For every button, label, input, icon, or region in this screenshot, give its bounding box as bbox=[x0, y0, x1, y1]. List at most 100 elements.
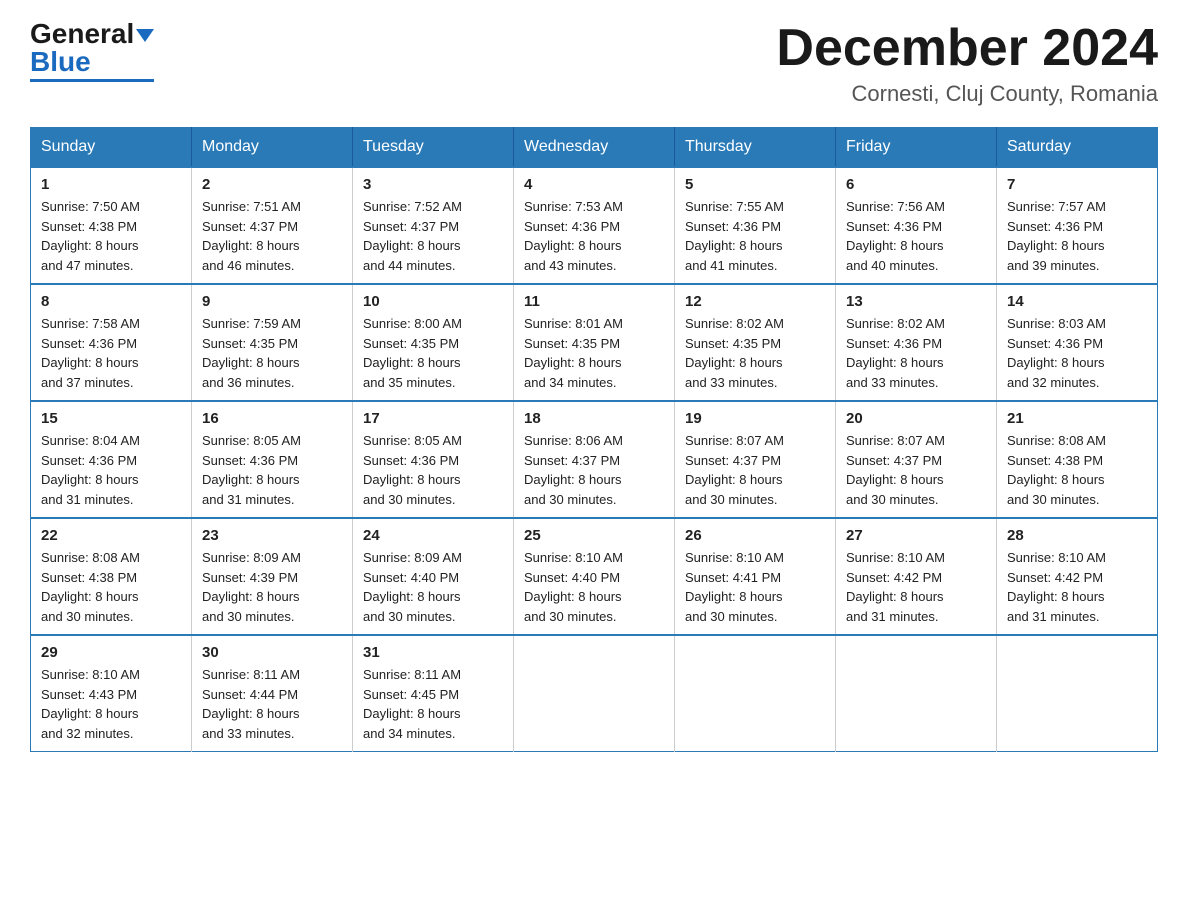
day-info: Sunrise: 8:10 AMSunset: 4:43 PMDaylight:… bbox=[41, 665, 181, 743]
calendar-week-row: 15 Sunrise: 8:04 AMSunset: 4:36 PMDaylig… bbox=[31, 401, 1158, 518]
day-number: 19 bbox=[685, 410, 825, 427]
day-info: Sunrise: 8:10 AMSunset: 4:42 PMDaylight:… bbox=[846, 548, 986, 626]
day-info: Sunrise: 7:52 AMSunset: 4:37 PMDaylight:… bbox=[363, 197, 503, 275]
calendar-week-row: 29 Sunrise: 8:10 AMSunset: 4:43 PMDaylig… bbox=[31, 635, 1158, 752]
day-of-week-header: Wednesday bbox=[514, 128, 675, 168]
calendar-cell: 7 Sunrise: 7:57 AMSunset: 4:36 PMDayligh… bbox=[997, 167, 1158, 284]
day-number: 10 bbox=[363, 293, 503, 310]
day-info: Sunrise: 7:51 AMSunset: 4:37 PMDaylight:… bbox=[202, 197, 342, 275]
day-info: Sunrise: 8:10 AMSunset: 4:42 PMDaylight:… bbox=[1007, 548, 1147, 626]
calendar-cell: 2 Sunrise: 7:51 AMSunset: 4:37 PMDayligh… bbox=[192, 167, 353, 284]
calendar-cell: 16 Sunrise: 8:05 AMSunset: 4:36 PMDaylig… bbox=[192, 401, 353, 518]
day-info: Sunrise: 8:10 AMSunset: 4:40 PMDaylight:… bbox=[524, 548, 664, 626]
day-number: 1 bbox=[41, 176, 181, 193]
day-info: Sunrise: 8:04 AMSunset: 4:36 PMDaylight:… bbox=[41, 431, 181, 509]
calendar-cell: 28 Sunrise: 8:10 AMSunset: 4:42 PMDaylig… bbox=[997, 518, 1158, 635]
day-number: 7 bbox=[1007, 176, 1147, 193]
calendar-cell: 14 Sunrise: 8:03 AMSunset: 4:36 PMDaylig… bbox=[997, 284, 1158, 401]
calendar-cell bbox=[997, 635, 1158, 752]
page-header: General Blue December 2024 Cornesti, Clu… bbox=[30, 20, 1158, 107]
day-info: Sunrise: 8:11 AMSunset: 4:44 PMDaylight:… bbox=[202, 665, 342, 743]
day-info: Sunrise: 8:09 AMSunset: 4:39 PMDaylight:… bbox=[202, 548, 342, 626]
day-number: 5 bbox=[685, 176, 825, 193]
logo-blue-text: Blue bbox=[30, 46, 91, 77]
logo-general-text: General bbox=[30, 18, 134, 49]
day-info: Sunrise: 8:08 AMSunset: 4:38 PMDaylight:… bbox=[1007, 431, 1147, 509]
calendar-cell: 23 Sunrise: 8:09 AMSunset: 4:39 PMDaylig… bbox=[192, 518, 353, 635]
day-info: Sunrise: 8:02 AMSunset: 4:35 PMDaylight:… bbox=[685, 314, 825, 392]
day-number: 12 bbox=[685, 293, 825, 310]
day-number: 29 bbox=[41, 644, 181, 661]
calendar-cell: 22 Sunrise: 8:08 AMSunset: 4:38 PMDaylig… bbox=[31, 518, 192, 635]
calendar-cell bbox=[836, 635, 997, 752]
day-number: 31 bbox=[363, 644, 503, 661]
page-subtitle: Cornesti, Cluj County, Romania bbox=[776, 81, 1158, 107]
day-number: 22 bbox=[41, 527, 181, 544]
calendar-cell bbox=[675, 635, 836, 752]
calendar-cell: 25 Sunrise: 8:10 AMSunset: 4:40 PMDaylig… bbox=[514, 518, 675, 635]
calendar-cell: 29 Sunrise: 8:10 AMSunset: 4:43 PMDaylig… bbox=[31, 635, 192, 752]
calendar-cell bbox=[514, 635, 675, 752]
calendar-cell: 4 Sunrise: 7:53 AMSunset: 4:36 PMDayligh… bbox=[514, 167, 675, 284]
calendar-cell: 18 Sunrise: 8:06 AMSunset: 4:37 PMDaylig… bbox=[514, 401, 675, 518]
day-number: 3 bbox=[363, 176, 503, 193]
calendar-cell: 31 Sunrise: 8:11 AMSunset: 4:45 PMDaylig… bbox=[353, 635, 514, 752]
logo-triangle-icon bbox=[136, 29, 154, 42]
calendar-cell: 24 Sunrise: 8:09 AMSunset: 4:40 PMDaylig… bbox=[353, 518, 514, 635]
day-of-week-header: Friday bbox=[836, 128, 997, 168]
day-number: 28 bbox=[1007, 527, 1147, 544]
day-info: Sunrise: 8:07 AMSunset: 4:37 PMDaylight:… bbox=[846, 431, 986, 509]
page-title: December 2024 bbox=[776, 20, 1158, 77]
calendar-cell: 10 Sunrise: 8:00 AMSunset: 4:35 PMDaylig… bbox=[353, 284, 514, 401]
day-info: Sunrise: 8:01 AMSunset: 4:35 PMDaylight:… bbox=[524, 314, 664, 392]
title-block: December 2024 Cornesti, Cluj County, Rom… bbox=[776, 20, 1158, 107]
calendar-cell: 13 Sunrise: 8:02 AMSunset: 4:36 PMDaylig… bbox=[836, 284, 997, 401]
day-number: 6 bbox=[846, 176, 986, 193]
calendar-header-row: SundayMondayTuesdayWednesdayThursdayFrid… bbox=[31, 128, 1158, 168]
day-number: 13 bbox=[846, 293, 986, 310]
day-number: 30 bbox=[202, 644, 342, 661]
calendar-cell: 30 Sunrise: 8:11 AMSunset: 4:44 PMDaylig… bbox=[192, 635, 353, 752]
calendar-cell: 21 Sunrise: 8:08 AMSunset: 4:38 PMDaylig… bbox=[997, 401, 1158, 518]
calendar-cell: 11 Sunrise: 8:01 AMSunset: 4:35 PMDaylig… bbox=[514, 284, 675, 401]
day-info: Sunrise: 8:06 AMSunset: 4:37 PMDaylight:… bbox=[524, 431, 664, 509]
day-info: Sunrise: 7:56 AMSunset: 4:36 PMDaylight:… bbox=[846, 197, 986, 275]
day-number: 17 bbox=[363, 410, 503, 427]
day-info: Sunrise: 8:10 AMSunset: 4:41 PMDaylight:… bbox=[685, 548, 825, 626]
day-of-week-header: Tuesday bbox=[353, 128, 514, 168]
day-number: 20 bbox=[846, 410, 986, 427]
day-info: Sunrise: 8:02 AMSunset: 4:36 PMDaylight:… bbox=[846, 314, 986, 392]
calendar-week-row: 22 Sunrise: 8:08 AMSunset: 4:38 PMDaylig… bbox=[31, 518, 1158, 635]
day-info: Sunrise: 8:11 AMSunset: 4:45 PMDaylight:… bbox=[363, 665, 503, 743]
calendar-table: SundayMondayTuesdayWednesdayThursdayFrid… bbox=[30, 127, 1158, 752]
day-info: Sunrise: 7:59 AMSunset: 4:35 PMDaylight:… bbox=[202, 314, 342, 392]
day-number: 21 bbox=[1007, 410, 1147, 427]
day-info: Sunrise: 8:09 AMSunset: 4:40 PMDaylight:… bbox=[363, 548, 503, 626]
day-info: Sunrise: 7:55 AMSunset: 4:36 PMDaylight:… bbox=[685, 197, 825, 275]
day-number: 9 bbox=[202, 293, 342, 310]
day-of-week-header: Saturday bbox=[997, 128, 1158, 168]
calendar-week-row: 1 Sunrise: 7:50 AMSunset: 4:38 PMDayligh… bbox=[31, 167, 1158, 284]
calendar-cell: 6 Sunrise: 7:56 AMSunset: 4:36 PMDayligh… bbox=[836, 167, 997, 284]
logo: General Blue bbox=[30, 20, 154, 82]
day-of-week-header: Sunday bbox=[31, 128, 192, 168]
calendar-week-row: 8 Sunrise: 7:58 AMSunset: 4:36 PMDayligh… bbox=[31, 284, 1158, 401]
calendar-cell: 15 Sunrise: 8:04 AMSunset: 4:36 PMDaylig… bbox=[31, 401, 192, 518]
calendar-cell: 1 Sunrise: 7:50 AMSunset: 4:38 PMDayligh… bbox=[31, 167, 192, 284]
day-info: Sunrise: 7:53 AMSunset: 4:36 PMDaylight:… bbox=[524, 197, 664, 275]
day-info: Sunrise: 8:00 AMSunset: 4:35 PMDaylight:… bbox=[363, 314, 503, 392]
day-number: 24 bbox=[363, 527, 503, 544]
calendar-cell: 27 Sunrise: 8:10 AMSunset: 4:42 PMDaylig… bbox=[836, 518, 997, 635]
day-info: Sunrise: 8:05 AMSunset: 4:36 PMDaylight:… bbox=[202, 431, 342, 509]
calendar-cell: 17 Sunrise: 8:05 AMSunset: 4:36 PMDaylig… bbox=[353, 401, 514, 518]
day-info: Sunrise: 8:03 AMSunset: 4:36 PMDaylight:… bbox=[1007, 314, 1147, 392]
day-info: Sunrise: 7:58 AMSunset: 4:36 PMDaylight:… bbox=[41, 314, 181, 392]
day-number: 16 bbox=[202, 410, 342, 427]
day-of-week-header: Monday bbox=[192, 128, 353, 168]
calendar-cell: 12 Sunrise: 8:02 AMSunset: 4:35 PMDaylig… bbox=[675, 284, 836, 401]
calendar-cell: 9 Sunrise: 7:59 AMSunset: 4:35 PMDayligh… bbox=[192, 284, 353, 401]
day-number: 8 bbox=[41, 293, 181, 310]
logo-divider bbox=[30, 79, 154, 82]
day-number: 27 bbox=[846, 527, 986, 544]
day-number: 14 bbox=[1007, 293, 1147, 310]
